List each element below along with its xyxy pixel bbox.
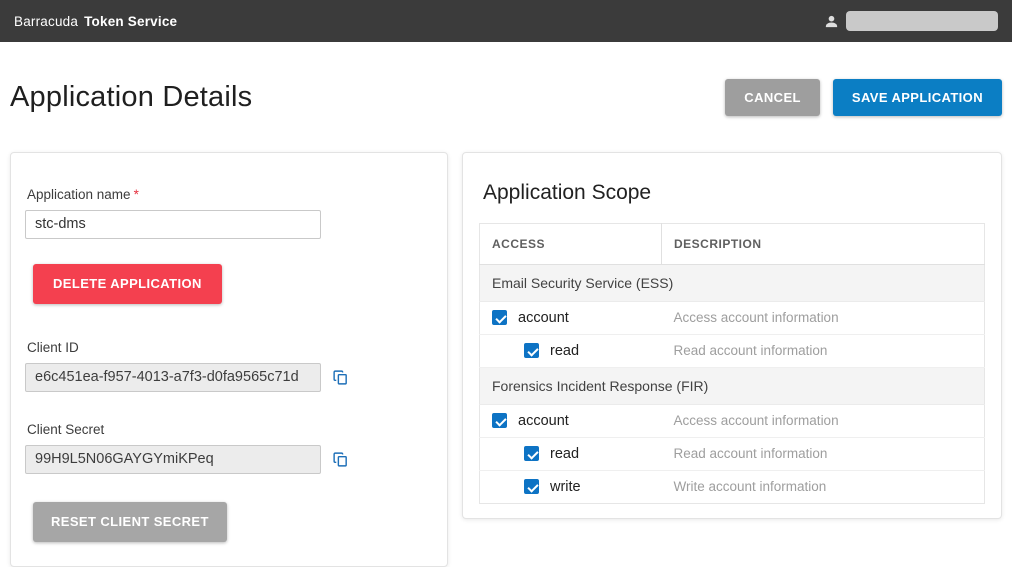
application-scope-card: Application Scope ACCESS DESCRIPTION Ema…: [462, 152, 1002, 519]
client-id-row: [25, 363, 433, 392]
scope-checkbox-fir-account[interactable]: [492, 413, 507, 428]
scope-group-header: Forensics Incident Response (FIR): [480, 367, 985, 404]
scope-row: account Access account information: [480, 404, 985, 437]
scope-description: Write account information: [662, 470, 985, 503]
scope-checkbox-ess-read[interactable]: [524, 343, 539, 358]
client-secret-input[interactable]: [25, 445, 321, 474]
scope-access-label: account: [518, 413, 569, 429]
save-application-button[interactable]: SAVE APPLICATION: [833, 79, 1002, 116]
scope-description: Read account information: [662, 437, 985, 470]
application-name-input[interactable]: [25, 210, 321, 239]
scope-group-header: Email Security Service (ESS): [480, 264, 985, 301]
scope-access-label: write: [550, 479, 581, 495]
cancel-button[interactable]: CANCEL: [725, 79, 820, 116]
scope-access-label: account: [518, 310, 569, 326]
copy-icon: [332, 450, 349, 469]
column-header-description: DESCRIPTION: [662, 223, 985, 264]
scope-description: Access account information: [662, 404, 985, 437]
application-name-label: Application name*: [27, 187, 433, 202]
scope-row: write Write account information: [480, 470, 985, 503]
topbar: Barracuda Token Service: [0, 0, 1012, 42]
scope-checkbox-ess-account[interactable]: [492, 310, 507, 325]
scope-description: Access account information: [662, 301, 985, 334]
scope-access-label: read: [550, 446, 579, 462]
scope-table-header-row: ACCESS DESCRIPTION: [480, 223, 985, 264]
reset-client-secret-button[interactable]: RESET CLIENT SECRET: [33, 502, 227, 542]
client-secret-row: [25, 445, 433, 474]
header-actions: CANCEL SAVE APPLICATION: [725, 79, 1002, 116]
copy-client-secret-button[interactable]: [332, 450, 349, 469]
product-name: Token Service: [84, 14, 177, 29]
scope-row: read Read account information: [480, 437, 985, 470]
page-header: Application Details CANCEL SAVE APPLICAT…: [0, 42, 1012, 152]
brand-name: Barracuda: [14, 14, 78, 29]
scope-row: account Access account information: [480, 301, 985, 334]
scope-table: ACCESS DESCRIPTION Email Security Servic…: [479, 223, 985, 504]
scope-row: read Read account information: [480, 334, 985, 367]
main-content: Application name* DELETE APPLICATION Cli…: [0, 152, 1012, 567]
required-asterisk: *: [134, 187, 139, 202]
column-header-access: ACCESS: [480, 223, 662, 264]
user-name-redacted: [846, 11, 998, 31]
scope-description: Read account information: [662, 334, 985, 367]
user-menu[interactable]: [824, 11, 998, 31]
page-title: Application Details: [10, 81, 252, 114]
application-details-card: Application name* DELETE APPLICATION Cli…: [10, 152, 448, 567]
client-secret-label: Client Secret: [27, 422, 433, 437]
scope-access-label: read: [550, 343, 579, 359]
user-icon: [824, 14, 839, 29]
copy-icon: [332, 368, 349, 387]
copy-client-id-button[interactable]: [332, 368, 349, 387]
scope-title: Application Scope: [483, 181, 981, 205]
scope-checkbox-fir-write[interactable]: [524, 479, 539, 494]
client-id-label: Client ID: [27, 340, 433, 355]
scope-checkbox-fir-read[interactable]: [524, 446, 539, 461]
client-id-input[interactable]: [25, 363, 321, 392]
delete-application-button[interactable]: DELETE APPLICATION: [33, 264, 222, 304]
